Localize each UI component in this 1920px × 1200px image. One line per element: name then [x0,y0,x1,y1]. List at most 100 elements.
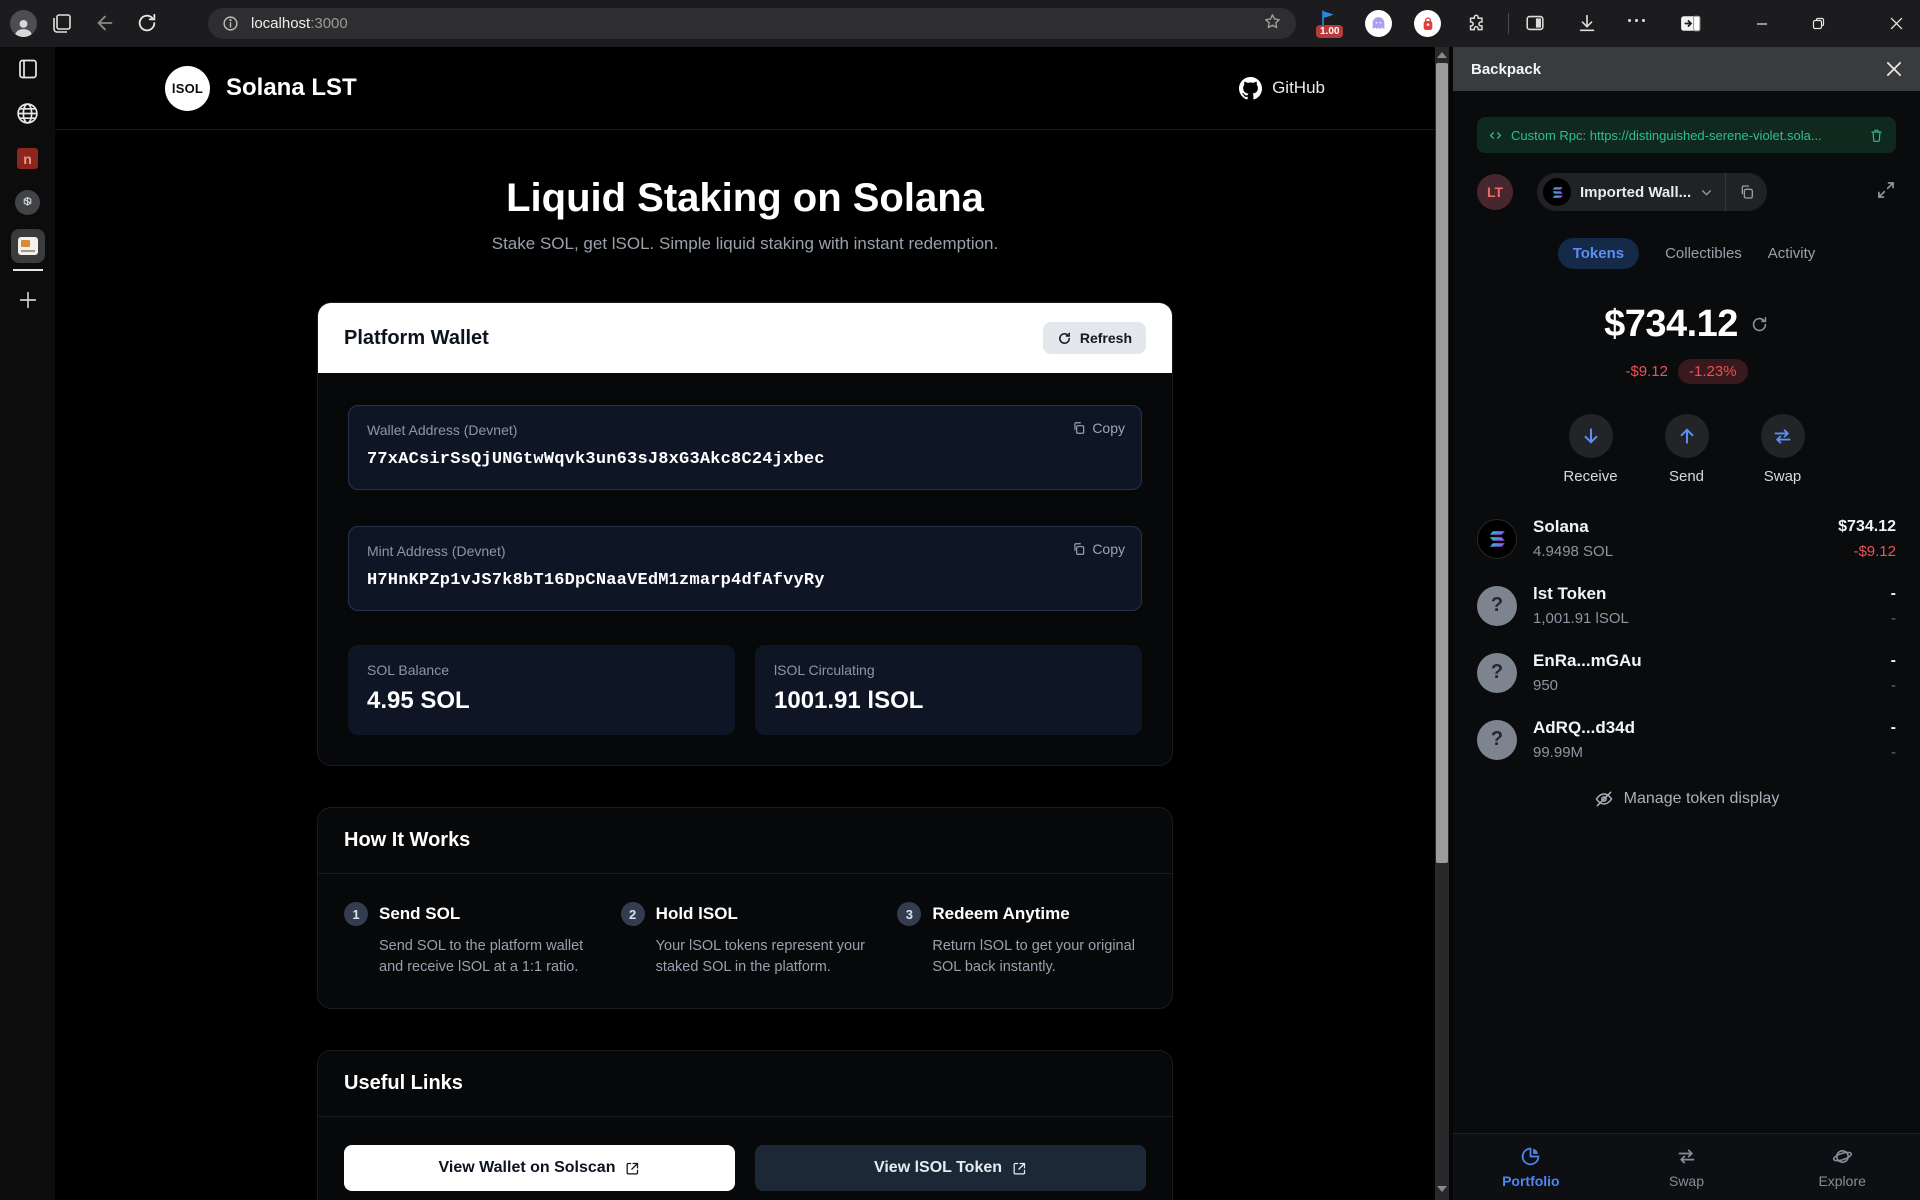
person-icon [13,16,34,37]
step-number-badge: 1 [344,902,368,926]
token-row-lst[interactable]: ? lst Token 1,001.91 lSOL - - [1477,584,1896,627]
refresh-label: Refresh [1080,330,1132,346]
token-row-adrq[interactable]: ? AdRQ...d34d 99.99M - - [1477,718,1896,761]
pie-chart-icon [1520,1146,1541,1167]
token-amount: 1,001.91 lSOL [1533,610,1629,627]
downloads-icon[interactable] [1576,12,1598,39]
backpack-extension-icon[interactable] [1414,10,1441,37]
token-row-enra[interactable]: ? EnRa...mGAu 950 - - [1477,651,1896,694]
wallet-row: LT Imported Wall... [1477,173,1896,211]
balance-change-percent: -1.23% [1678,359,1748,384]
favorite-star-icon[interactable] [1263,12,1282,36]
how-it-works-card: How It Works 1 Send SOL Send SOL to the … [317,807,1173,1009]
balance-change-amount: -$9.12 [1625,363,1668,380]
tab-tokens[interactable]: Tokens [1558,238,1639,269]
sidebar-red-notebook-icon[interactable]: n [17,148,38,169]
wallet-selector-dropdown[interactable]: Imported Wall... [1537,173,1725,211]
window-close-button[interactable] [1872,0,1920,47]
github-link[interactable]: GitHub [1239,77,1325,100]
platform-wallet-header: Platform Wallet Refresh [318,303,1172,373]
total-balance: $734.12 [1604,303,1738,346]
browser-menu-icon[interactable] [1628,19,1645,22]
site-title: Solana LST [226,74,357,102]
sidebar-add-icon[interactable] [17,289,39,316]
sidebar-active-app-tile[interactable] [11,229,45,263]
button-label: View Wallet on Solscan [439,1159,616,1177]
close-panel-icon[interactable] [1886,61,1902,77]
mint-address-label: Mint Address (Devnet) [367,543,1123,559]
copy-wallet-button[interactable] [1725,173,1767,211]
action-buttons: Receive Send Swap [1477,414,1896,485]
sidebar-journal-icon[interactable] [16,57,40,86]
nav-explore[interactable]: Explore [1764,1134,1920,1200]
stat-label: SOL Balance [367,662,716,678]
send-button[interactable]: Send [1656,414,1718,485]
scrollbar-thumb[interactable] [1436,63,1448,863]
unknown-token-icon: ? [1477,586,1517,626]
nav-swap[interactable]: Swap [1609,1134,1765,1200]
site-brand[interactable]: lSOL Solana LST [165,66,357,111]
rpc-banner-text: Custom Rpc: https://distinguished-serene… [1511,128,1822,143]
token-row-solana[interactable]: Solana 4.9498 SOL $734.12 -$9.12 [1477,517,1896,560]
backpack-bottom-nav: Portfolio Swap Explore [1453,1133,1920,1200]
token-list: Solana 4.9498 SOL $734.12 -$9.12 ? lst T… [1477,517,1896,761]
step-description: Your lSOL tokens represent your staked S… [656,936,870,978]
wallet-avatar[interactable]: LT [1477,174,1513,210]
token-amount: 99.99M [1533,744,1635,761]
scrollbar-track[interactable] [1435,47,1449,1200]
nav-portfolio[interactable]: Portfolio [1453,1134,1609,1200]
sidebar-chatgpt-icon[interactable] [15,190,40,215]
window-restore-button[interactable] [1795,0,1841,47]
copy-icon [1072,421,1086,435]
token-name: lst Token [1533,584,1629,604]
expand-panel-button[interactable] [1876,180,1896,205]
token-amount: 4.9498 SOL [1533,543,1613,560]
custom-rpc-banner[interactable]: Custom Rpc: https://distinguished-serene… [1477,117,1896,153]
receive-button[interactable]: Receive [1560,414,1622,485]
edge-sidebar-toggle-icon[interactable] [1678,11,1703,41]
reload-button[interactable] [136,12,158,39]
phantom-extension-icon[interactable] [1365,10,1392,37]
toolbar-divider [1508,13,1509,34]
browser-profile-avatar[interactable] [10,10,37,37]
extensions-icon[interactable] [1466,13,1487,39]
window-minimize-button[interactable] [1739,0,1785,47]
scroll-up-arrow[interactable] [1437,52,1447,58]
step-title: Send SOL [379,904,460,924]
github-icon [1239,77,1262,100]
manage-token-display[interactable]: Manage token display [1477,789,1896,809]
external-link-icon [1012,1161,1027,1176]
tab-activity[interactable]: Activity [1768,245,1816,262]
token-name: EnRa...mGAu [1533,651,1642,671]
site-header: lSOL Solana LST GitHub [55,47,1435,130]
trash-icon[interactable] [1869,128,1884,143]
scroll-down-arrow[interactable] [1437,1186,1447,1192]
view-isol-token-button[interactable]: View lSOL Token [755,1145,1146,1191]
workspaces-icon[interactable] [50,11,74,40]
useful-links-title: Useful Links [344,1072,1146,1095]
token-value: - [1891,652,1896,670]
useful-links-card: Useful Links View Wallet on Solscan View… [317,1050,1173,1200]
copy-wallet-address-button[interactable]: Copy [1072,420,1125,436]
arrow-up-icon [1677,426,1697,446]
copy-icon [1072,542,1086,556]
back-button[interactable] [94,12,116,39]
swap-button[interactable]: Swap [1752,414,1814,485]
tab-collectibles[interactable]: Collectibles [1665,245,1742,262]
sidebar-globe-icon[interactable] [15,101,40,131]
chevron-down-icon [1700,186,1713,199]
view-wallet-solscan-button[interactable]: View Wallet on Solscan [344,1145,735,1191]
site-info-icon[interactable] [222,15,239,32]
address-bar[interactable]: localhost:3000 [208,8,1296,39]
how-it-works-title: How It Works [344,829,1146,852]
token-change: - [1891,744,1896,761]
split-screen-icon[interactable] [1524,12,1546,39]
copy-mint-address-button[interactable]: Copy [1072,541,1125,557]
refresh-balance-icon[interactable] [1750,315,1769,334]
flag-extension-icon[interactable]: 1.00 [1318,8,1348,40]
page-scrollbar[interactable] [1435,47,1453,1200]
solana-token-icon [1477,519,1517,559]
backpack-header: Backpack [1453,47,1920,91]
backpack-tabs: Tokens Collectibles Activity [1477,238,1896,269]
refresh-button[interactable]: Refresh [1043,322,1146,354]
